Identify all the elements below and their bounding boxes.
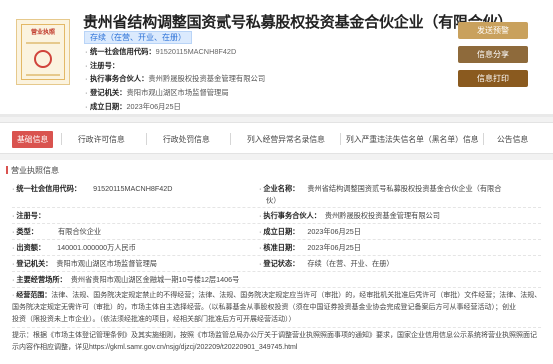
company-name-field: · 企业名称： 贵州省结构调整国资贰号私募股权投资基金合伙企业（有限合 伙） xyxy=(259,184,502,205)
reg-status-field: · 登记状态： 存续（在营、开业、在册） xyxy=(259,259,394,268)
info-row: · 统一社会信用代码： 91520115MACNH8F42D · 企业名称： 贵州省… xyxy=(12,183,541,207)
type-field: · 类型： 有限合伙企业 xyxy=(12,227,102,236)
status-badge: 存续（在营、开业、在册） xyxy=(84,31,192,44)
header-info-row: · 统一社会信用代码：91520115MACNH8F42D xyxy=(85,47,237,56)
partner-field: · 执行事务合伙人： 贵州黔晟股权投资基金管理有限公司 xyxy=(259,211,440,220)
license-line xyxy=(26,42,60,44)
section-title-mark xyxy=(6,166,8,174)
tab-divider xyxy=(230,133,231,145)
tab-divider xyxy=(340,133,341,145)
tab-divider xyxy=(61,133,62,145)
tab-basic-info[interactable]: 基础信息 xyxy=(12,131,54,148)
tab-admin-penalty[interactable]: 行政处罚信息 xyxy=(163,131,210,148)
row-divider xyxy=(12,239,541,240)
tip-line: 示内容作相应调整，详见https://gkml.samr.gov.cn/nsjg… xyxy=(12,344,298,351)
row-divider xyxy=(12,327,541,328)
uscc-field: · 统一社会信用代码： 91520115MACNH8F42D xyxy=(12,184,173,193)
info-tabs: 基础信息 行政许可信息 行政处罚信息 列入经营异常名录信息 列入严重违法失信名单… xyxy=(0,122,553,154)
tab-announcements[interactable]: 公告信息 xyxy=(497,131,528,148)
business-license-icon: 营业执照 xyxy=(16,19,70,85)
notice-tip: 提示：根据《市场主体登记管理条例》及其实施细则，按照《市场监管总局办公厅关于调整… xyxy=(12,330,541,354)
business-scope: · 经营范围：法律、法规、国务院决定规定禁止的不得经营；法律、法规、国务院决定规… xyxy=(12,290,541,326)
approve-date-field: · 核准日期： 2023年06月25日 xyxy=(259,243,361,252)
row-divider xyxy=(12,255,541,256)
row-divider xyxy=(12,287,541,288)
send-warning-button[interactable]: 发送预警 xyxy=(458,22,528,39)
tab-divider xyxy=(146,133,147,145)
business-license-section: 营业执照信息 · 统一社会信用代码： 91520115MACNH8F42D · 企… xyxy=(0,160,553,364)
tab-abnormal-list[interactable]: 列入经营异常名录信息 xyxy=(247,131,325,148)
section-title: 营业执照信息 xyxy=(6,165,59,176)
tab-blacklist[interactable]: 列入严重违法失信名单（黑名单）信息 xyxy=(346,131,479,148)
header-info-list: · 统一社会信用代码：91520115MACNH8F42D · 注册号： · 执行事务… xyxy=(85,45,450,113)
license-icon-title: 营业执照 xyxy=(30,30,55,36)
row-divider xyxy=(12,223,541,224)
tip-line: 提示：根据《市场主体登记管理条例》及其实施细则，按照《市场监管总局办公厅关于调整… xyxy=(12,332,537,339)
header-info-row: · 登记机关：贵阳市观山湖区市场监督管理局 xyxy=(85,88,229,98)
scope-line: · 经营范围：法律、法规、国务院决定规定禁止的不得经营；法律、法规、国务院决定规… xyxy=(12,292,542,299)
license-seal-icon xyxy=(34,50,52,68)
row-divider xyxy=(12,271,541,272)
reg-no-field: · 注册号： xyxy=(12,211,46,220)
header-info-row: · 执行事务合伙人：贵州黔晟股权投资基金管理有限公司 xyxy=(85,74,266,84)
scope-line: 投资（限投资未上市企业）。（依法须经批准的项目，经相关部门批准后方可开展经营活动… xyxy=(12,316,296,323)
share-info-button[interactable]: 信息分享 xyxy=(458,46,528,63)
scope-line: 国务院决定规定无需许可（审批）的，市场主体自主选择经营。（以私募基金从事股权投资… xyxy=(12,304,516,311)
print-info-button[interactable]: 信息打印 xyxy=(458,70,528,87)
company-name: 贵州省结构调整国资贰号私募股权投资基金合伙企业（有限合伙） xyxy=(83,14,513,31)
authority-field: · 登记机关： 贵阳市观山湖区市场监督管理局 xyxy=(12,259,157,268)
header-info-row: · 注册号： xyxy=(85,60,120,70)
address-field: · 主要经营场所： 贵州省贵阳市观山湖区金融城一期10号楼12层1406号 xyxy=(12,275,240,284)
header-info-row: · 成立日期：2023年06月25日 xyxy=(85,101,181,111)
tab-divider xyxy=(483,133,484,145)
row-divider xyxy=(12,207,541,208)
capital-field: · 出资额： 140001.000000万人民币 xyxy=(12,243,136,252)
company-header: 营业执照 贵州省结构调整国资贰号私募股权投资基金合伙企业（有限合伙） 存续（在营… xyxy=(0,0,553,117)
tab-admin-license[interactable]: 行政许可信息 xyxy=(78,131,125,148)
setup-date-field: · 成立日期： 2023年06月25日 xyxy=(259,227,361,236)
license-line xyxy=(26,74,60,76)
